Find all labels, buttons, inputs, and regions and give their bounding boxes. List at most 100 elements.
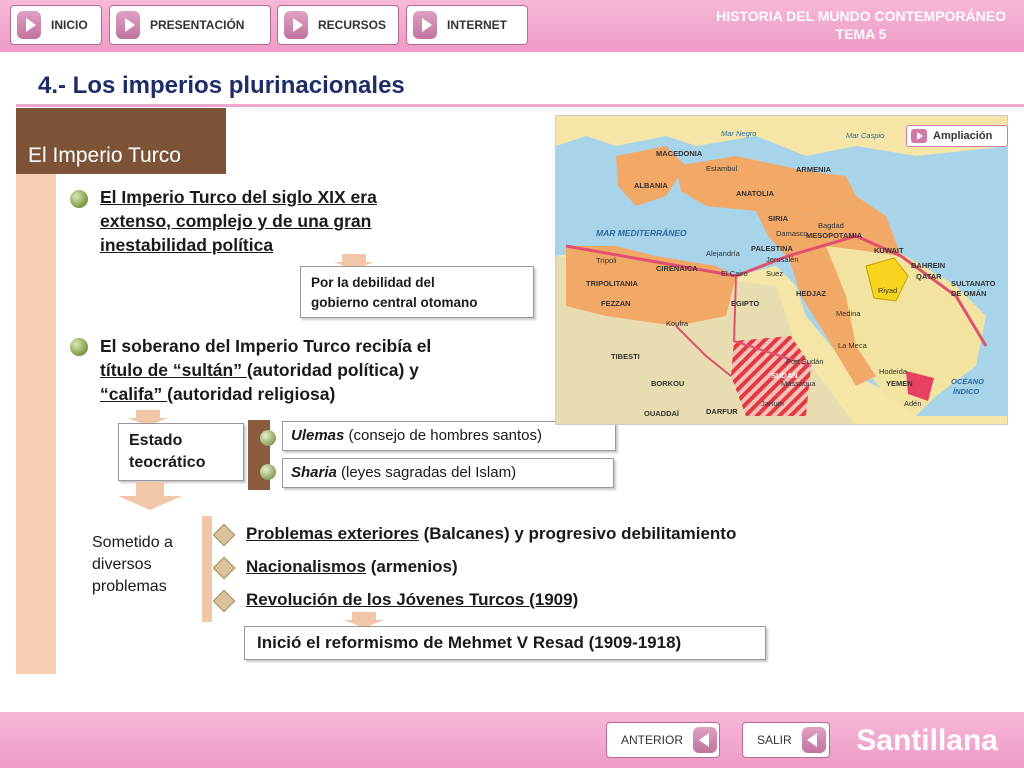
problems-bracket <box>202 516 212 622</box>
map-label: ARMENIA <box>796 165 832 174</box>
brand-logo: Santillana <box>856 724 998 757</box>
map-label: ANATOLIA <box>736 189 775 198</box>
problem-item: Problemas exteriores (Balcanes) y progre… <box>246 522 826 546</box>
sharia-term: Sharia <box>291 464 337 481</box>
play-icon <box>413 11 437 39</box>
map-label: SIRIA <box>768 214 789 223</box>
back-arrow-icon <box>801 727 826 753</box>
map-label: Damasco <box>776 229 808 238</box>
ulemas-term: Ulemas <box>291 427 345 444</box>
sultan-term: título de “sultán” <box>100 360 247 380</box>
course-name: HISTORIA DEL MUNDO CONTEMPORÁNEO <box>716 8 1006 24</box>
map-label: OUADDAÏ <box>644 409 680 418</box>
map-label: BAHREIN <box>911 261 945 270</box>
sometido-line1: Sometido a <box>92 534 173 551</box>
map-label: La Meca <box>838 341 868 350</box>
map-graphic: MACEDONIA Estambul ALBANIA ANATOLIA ARME… <box>556 116 1007 424</box>
nav-recursos-button[interactable]: RECURSOS <box>277 5 399 45</box>
diamond-icon <box>212 589 236 613</box>
diamond-icon <box>212 523 236 547</box>
map-label: MAR MEDITERRÁNEO <box>596 228 687 238</box>
ottoman-empire-map: MACEDONIA Estambul ALBANIA ANATOLIA ARME… <box>555 115 1008 425</box>
point-extension-line3: inestabilidad política <box>100 235 274 255</box>
map-label: TIBESTI <box>611 352 640 361</box>
map-label: El Cairo <box>721 269 748 278</box>
play-icon <box>284 11 308 39</box>
nav-internet-button[interactable]: INTERNET <box>406 5 528 45</box>
map-label: FEZZAN <box>601 299 631 308</box>
left-decor-bar <box>16 108 56 674</box>
note-debilidad-line2: gobierno central otomano <box>311 295 478 310</box>
point-extension-line2: extenso, complejo y de una gran <box>100 211 372 231</box>
nav-internet-label: INTERNET <box>447 18 507 32</box>
map-label: KUWAIT <box>874 246 904 255</box>
reform-box: Inició el reformismo de Mehmet V Resad (… <box>244 626 766 660</box>
map-label: TRIPOLITANIA <box>586 279 639 288</box>
map-label: DE OMÁN <box>951 289 986 298</box>
problem-term: Problemas exteriores <box>246 524 419 543</box>
bullet-icon <box>70 190 88 208</box>
problem-item: Revolución de los Jóvenes Turcos (1909) <box>246 588 826 612</box>
map-label: Hodeida <box>879 367 908 376</box>
map-label: Suez <box>766 269 783 278</box>
map-label: SUDÁN <box>771 371 798 380</box>
section-header: El Imperio Turco <box>16 108 226 174</box>
map-label: Medina <box>836 309 861 318</box>
ulemas-desc: (consejo de hombres santos) <box>344 427 542 444</box>
point-soberano: El soberano del Imperio Turco recibía el… <box>100 334 530 406</box>
salir-button[interactable]: SALIR <box>742 722 830 758</box>
course-title: HISTORIA DEL MUNDO CONTEMPORÁNEO TEMA 5 <box>716 7 1006 43</box>
map-label: Mar Caspio <box>846 131 884 140</box>
estado-line1: Estado <box>129 432 183 449</box>
map-label: ALBANIA <box>634 181 668 190</box>
map-label: Jartum <box>761 399 784 408</box>
anterior-button[interactable]: ANTERIOR <box>606 722 720 758</box>
map-label: BORKOU <box>651 379 684 388</box>
map-label: EGIPTO <box>731 299 759 308</box>
salir-label: SALIR <box>757 733 792 747</box>
map-label: HEDJAZ <box>796 289 826 298</box>
orb-icon <box>260 430 276 446</box>
map-label: MESOPOTAMIA <box>806 231 863 240</box>
map-label: OCÉANO <box>951 377 984 386</box>
nav-inicio-label: INICIO <box>51 18 88 32</box>
sultan-desc: (autoridad política) y <box>246 360 419 380</box>
map-label: Riyad <box>878 286 897 295</box>
play-icon <box>911 129 927 143</box>
down-arrow-icon <box>118 482 182 510</box>
page-title: 4.- Los imperios plurinacionales <box>38 72 405 99</box>
map-label: Jerusalén <box>766 255 799 264</box>
reform-text: Inició el reformismo de Mehmet V Resad (… <box>257 633 682 652</box>
map-label: MACEDONIA <box>656 149 703 158</box>
problem-term: Nacionalismos <box>246 557 366 576</box>
nav-presentacion-button[interactable]: PRESENTACIÓN <box>109 5 271 45</box>
estado-teocratico-box: Estado teocrático <box>118 423 244 481</box>
title-divider <box>16 104 1024 107</box>
map-label: Estambul <box>706 164 738 173</box>
problem-desc: (armenios) <box>366 557 458 576</box>
course-unit: TEMA 5 <box>835 26 887 42</box>
problem-item: Nacionalismos (armenios) <box>246 555 826 579</box>
sometido-label: Sometido a diversos problemas <box>92 532 173 598</box>
map-label: YEMEN <box>886 379 913 388</box>
bullet-icon <box>70 338 88 356</box>
ampliacion-button[interactable]: Ampliación <box>906 125 1008 147</box>
ampliacion-label: Ampliación <box>933 130 993 142</box>
point-extension-line1: El Imperio Turco del siglo XIX era <box>100 187 377 207</box>
nav-inicio-button[interactable]: INICIO <box>10 5 102 45</box>
map-label: Adén <box>904 399 922 408</box>
nav-presentacion-label: PRESENTACIÓN <box>150 18 245 32</box>
map-label: Bagdad <box>818 221 844 230</box>
map-label: Port Sudán <box>786 357 824 366</box>
anterior-label: ANTERIOR <box>621 733 684 747</box>
point-extension: El Imperio Turco del siglo XIX era exten… <box>100 185 460 257</box>
sharia-box: Sharia (leyes sagradas del Islam) <box>282 458 614 488</box>
map-label: PALESTINA <box>751 244 794 253</box>
point-soberano-line3: “califa” (autoridad religiosa) <box>100 382 530 406</box>
point-soberano-line1: El soberano del Imperio Turco recibía el <box>100 336 432 356</box>
map-label: Mar Negro <box>721 129 756 138</box>
sometido-line3: problemas <box>92 578 167 595</box>
section-header-label: El Imperio Turco <box>28 144 181 167</box>
play-icon <box>116 11 140 39</box>
map-label: SULTANATO <box>951 279 996 288</box>
